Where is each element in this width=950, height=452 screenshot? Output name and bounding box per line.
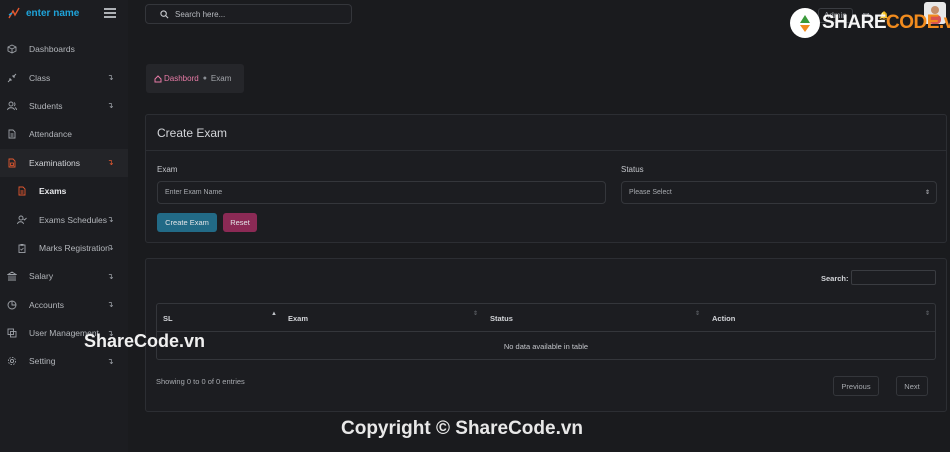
exam-label: Exam [157,165,178,174]
sort-asc-icon[interactable]: ▲ [271,311,277,317]
sidebar-item-label: Attendance [29,129,73,140]
bank-icon [6,271,17,282]
expand-arrow-icon: ↴ [107,101,114,111]
search-icon [160,9,169,18]
sidebar-item-marks-registration[interactable]: Marks Registration ↴ [0,234,128,262]
status-label: Status [621,165,644,174]
sidebar-item-dashboards[interactable]: Dashboards [0,35,128,63]
clipboard-icon [16,242,27,253]
card-header: Create Exam [146,115,946,151]
previous-button[interactable]: Previous [833,376,879,396]
exam-table: SL ▲ Exam ⇕ Status ⇕ Action ⇕ No data av… [156,303,936,360]
exam-table-card: Search: SL ▲ Exam ⇕ Status ⇕ Action ⇕ No… [145,258,947,412]
table-search-label: Search: [821,274,849,283]
sidebar-item-label: Exams [39,186,67,197]
watermark-copyright: Copyright © ShareCode.vn [341,418,584,439]
sidebar-item-accounts[interactable]: Accounts ↴ [0,291,128,319]
copy-icon [6,328,17,339]
status-select[interactable]: Please Select ⇕ [621,181,937,204]
empty-table-message: No data available in table [503,342,589,351]
brand-name: enter name [26,7,80,19]
exam-icon [6,157,17,168]
search-box[interactable] [145,4,352,24]
breadcrumb-home[interactable]: Dashbord [154,74,199,83]
sort-icon[interactable]: ⇕ [473,311,478,317]
sidebar-item-label: Accounts [29,299,64,310]
breadcrumb-home-label: Dashbord [164,74,199,83]
select-caret-icon: ⇕ [924,190,930,196]
watermark-middle: ShareCode.vn [84,331,206,351]
sharecode-logo: SHARECODE.vn [790,8,950,38]
sidebar-item-salary[interactable]: Salary ↴ [0,262,128,290]
recycle-icon [790,8,820,38]
compress-icon [6,72,17,83]
exam-field[interactable] [157,181,606,204]
create-exam-card: Create Exam Exam Status Please Select ⇕ … [145,114,947,243]
user-check-icon [16,214,27,225]
logo-suffix: CODE.vn [886,12,950,33]
sort-icon[interactable]: ⇕ [695,311,700,317]
sidebar-item-class[interactable]: Class ↴ [0,63,128,91]
breadcrumb-separator: ● [202,75,207,82]
sidebar-item-label: Students [29,100,63,111]
sort-icon[interactable]: ⇕ [925,311,930,317]
sidebar-item-label: Marks Registration [39,242,110,253]
expand-arrow-icon: ↴ [107,356,114,366]
sidebar-item-exams-schedules[interactable]: Exams Schedules ↴ [0,205,128,233]
create-exam-button[interactable]: Create Exam [157,213,217,232]
card-title: Create Exam [157,125,228,140]
expand-arrow-icon: ↴ [107,271,114,281]
expand-arrow-icon: ↴ [107,158,114,168]
brand: enter name [0,0,128,26]
column-sl[interactable]: SL [163,314,173,323]
next-button[interactable]: Next [896,376,928,396]
expand-arrow-icon: ↴ [107,243,114,253]
sidebar-item-label: Dashboards [29,44,75,55]
expand-arrow-icon: ↴ [107,73,114,83]
column-status[interactable]: Status [490,314,513,323]
column-action[interactable]: Action [712,314,735,323]
hamburger-icon[interactable] [104,8,116,18]
sidebar-nav: Dashboards Class ↴ Students ↴ Attendance Exami… [0,35,128,376]
reset-button[interactable]: Reset [223,213,257,232]
status-selected-value: Please Select [629,189,672,196]
home-icon [154,74,162,82]
sidebar-item-students[interactable]: Students ↴ [0,92,128,120]
file-icon [16,186,27,197]
breadcrumb-current: Exam [210,74,232,83]
document-icon [6,129,17,140]
showing-entries: Showing 0 to 0 of 0 entries [156,377,245,386]
sidebar-item-label: Salary [29,271,54,282]
logo-icon [8,7,20,19]
breadcrumb: Dashbord ● Exam [146,64,244,93]
exam-name-input[interactable] [165,189,605,196]
search-input[interactable] [175,9,335,19]
expand-arrow-icon: ↴ [107,300,114,310]
sidebar-item-examinations[interactable]: Examinations ↴ [0,148,128,177]
sidebar-item-label: Class [29,72,51,83]
logo-prefix: SHARE [822,12,887,33]
sidebar-item-label: Examinations [29,157,81,168]
column-exam[interactable]: Exam [288,314,308,323]
sidebar-item-label: Setting [29,356,56,367]
sidebar: enter name Dashboards Class ↴ Students ↴ Atte… [0,0,128,452]
pie-chart-icon [6,299,17,310]
expand-arrow-icon: ↴ [107,215,114,225]
users-icon [6,100,17,111]
cube-icon [6,44,17,55]
sidebar-item-label: Exams Schedules [39,214,108,225]
sidebar-item-attendance[interactable]: Attendance [0,120,128,148]
gear-icon [6,356,17,367]
table-search-input[interactable] [851,270,936,285]
table-header: SL ▲ Exam ⇕ Status ⇕ Action ⇕ [157,304,935,332]
sidebar-item-exams[interactable]: Exams [0,177,128,205]
